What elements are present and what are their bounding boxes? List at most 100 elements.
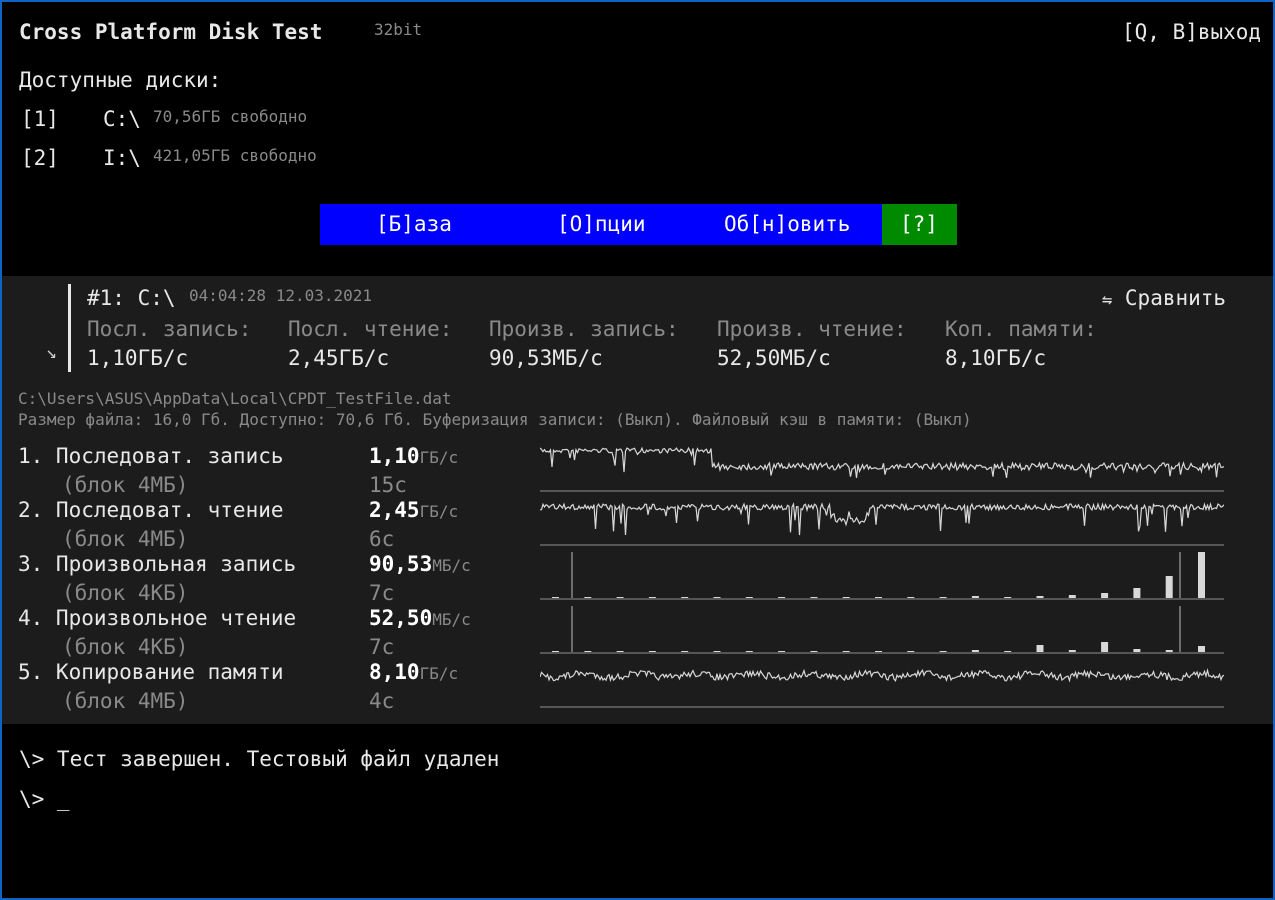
test-time-2: 6с <box>369 527 395 551</box>
summary-value-seq-write: 1,10ГБ/с <box>87 346 189 370</box>
rnd-read-bar <box>1133 649 1141 652</box>
summary-value-rnd-read: 52,50МБ/с <box>717 346 831 370</box>
menu-bar: [Б]аза [О]пции Об[н]овить [?] <box>320 204 957 245</box>
arrow-down-right-icon[interactable]: ↘ <box>46 342 57 363</box>
rnd-read-bar <box>810 651 818 652</box>
result-panel: ↘ #1: C:\ 04:04:28 12.03.2021 ⇋ Сравнить… <box>2 276 1273 724</box>
test-time-4: 7с <box>369 635 395 659</box>
summary-value-seq-read: 2,45ГБ/с <box>288 346 390 370</box>
rnd-read-bar <box>648 651 656 652</box>
rnd-read-bar <box>1101 642 1109 652</box>
drive-key-1[interactable]: [1] <box>21 107 59 131</box>
summary-label-rnd-write: Произв. запись: <box>489 317 679 341</box>
seq-write-speed-graph <box>540 446 1224 492</box>
summary-value-mem-copy: 8,10ГБ/с <box>945 346 1047 370</box>
seq-read-speed-line <box>540 501 1224 536</box>
test-speed-4: 52,50МБ/с <box>369 606 471 630</box>
rnd-read-bar <box>939 651 947 652</box>
drive-key-2[interactable]: [2] <box>21 146 59 170</box>
menu-refresh-button[interactable]: Об[н]овить <box>724 212 850 236</box>
test-speed-3: 90,53МБ/с <box>369 552 471 576</box>
test-block-3: (блок 4КБ) <box>62 581 189 605</box>
rnd-write-bar <box>584 597 592 598</box>
summary-label-rnd-read: Произв. чтение: <box>717 317 907 341</box>
test-speed-5: 8,10ГБ/с <box>369 660 459 684</box>
test-speed-1: 1,10ГБ/с <box>369 444 459 468</box>
rnd-write-bar <box>616 597 624 598</box>
test-block-5: (блок 4МБ) <box>62 689 189 713</box>
app-title: Cross Platform Disk Test <box>19 20 323 44</box>
swap-arrows-icon: ⇋ <box>1102 290 1113 310</box>
test-time-1: 15с <box>369 473 407 497</box>
rnd-write-bar <box>842 597 850 598</box>
seq-write-speed-line <box>540 446 1224 479</box>
rnd-write-bar <box>681 597 689 598</box>
rnd-read-bar <box>713 651 721 652</box>
rnd-write-bar <box>745 597 753 598</box>
drives-heading: Доступные диски: <box>19 68 222 92</box>
test-file-path: C:\Users\ASUS\AppData\Local\CPDT_TestFil… <box>18 389 452 408</box>
rnd-write-bar <box>810 597 818 598</box>
test-speed-2: 2,45ГБ/с <box>369 498 459 522</box>
test-file-details: Размер файла: 16,0 Гб. Доступно: 70,6 Гб… <box>18 410 972 429</box>
rnd-read-bar <box>584 651 592 652</box>
rnd-read-bar <box>681 651 689 652</box>
rnd-read-bar <box>875 651 882 652</box>
drive-free-2: 421,05ГБ свободно <box>153 146 317 165</box>
test-name-3: 3. Произвольная запись <box>18 552 297 576</box>
result-marker-bar <box>68 284 71 372</box>
rnd-write-histogram <box>540 552 1224 600</box>
drive-path-2[interactable]: I:\ <box>103 146 141 170</box>
rnd-read-bar <box>1004 651 1012 652</box>
rnd-write-bar <box>1068 595 1076 598</box>
test-time-3: 7с <box>369 581 395 605</box>
rnd-write-bar <box>1198 552 1205 598</box>
summary-value-rnd-write: 90,53МБ/с <box>489 346 603 370</box>
test-name-4: 4. Произвольное чтение <box>18 606 297 630</box>
rnd-write-bar <box>875 597 882 598</box>
rnd-write-bar <box>939 597 947 598</box>
summary-label-mem-copy: Коп. памяти: <box>945 317 1097 341</box>
drive-free-1: 70,56ГБ свободно <box>153 107 308 126</box>
menu-options-button[interactable]: [О]пции <box>557 212 646 236</box>
exit-button[interactable]: [Q, B]выход <box>1122 20 1261 44</box>
rnd-read-bar <box>616 651 624 652</box>
console-line-1: \> Тест завершен. Тестовый файл удален <box>19 747 500 771</box>
rnd-write-bar <box>971 596 979 598</box>
seq-read-speed-graph <box>540 501 1224 546</box>
rnd-read-bar <box>1068 650 1076 652</box>
rnd-write-bar <box>713 597 721 598</box>
rnd-write-bar <box>552 597 559 598</box>
test-block-1: (блок 4МБ) <box>62 473 189 497</box>
result-drive-id: #1: C:\ <box>87 286 176 310</box>
rnd-read-bar <box>552 651 559 652</box>
summary-label-seq-write: Посл. запись: <box>87 317 252 341</box>
console-prompt[interactable]: \> _ <box>19 787 70 811</box>
arch-label: 32bit <box>374 20 423 39</box>
rnd-write-bar <box>907 597 915 598</box>
rnd-read-bar <box>842 651 850 652</box>
drive-path-1[interactable]: C:\ <box>103 107 141 131</box>
rnd-read-bar <box>1036 645 1044 652</box>
rnd-write-bar <box>778 597 786 598</box>
rnd-write-bar <box>1133 588 1141 598</box>
rnd-write-bar <box>1036 596 1044 598</box>
test-name-1: 1. Последоват. запись <box>18 444 284 468</box>
rnd-read-bar <box>907 651 915 652</box>
rnd-read-bar <box>745 651 753 652</box>
rnd-read-histogram <box>540 606 1224 654</box>
rnd-read-bar <box>1198 646 1205 652</box>
rnd-write-bar <box>1004 597 1012 598</box>
test-time-5: 4с <box>369 689 395 713</box>
mem-copy-speed-graph <box>540 668 1224 708</box>
rnd-read-bar <box>778 651 786 652</box>
rnd-read-bar <box>1165 650 1173 652</box>
compare-button[interactable]: ⇋ Сравнить <box>1102 286 1226 310</box>
rnd-write-bar <box>648 597 656 598</box>
help-button[interactable]: [?] <box>900 212 938 236</box>
result-timestamp: 04:04:28 12.03.2021 <box>189 286 373 305</box>
test-name-2: 2. Последоват. чтение <box>18 498 284 522</box>
rnd-read-bar <box>971 650 979 652</box>
menu-base-button[interactable]: [Б]аза <box>376 212 452 236</box>
test-name-5: 5. Копирование памяти <box>18 660 284 684</box>
